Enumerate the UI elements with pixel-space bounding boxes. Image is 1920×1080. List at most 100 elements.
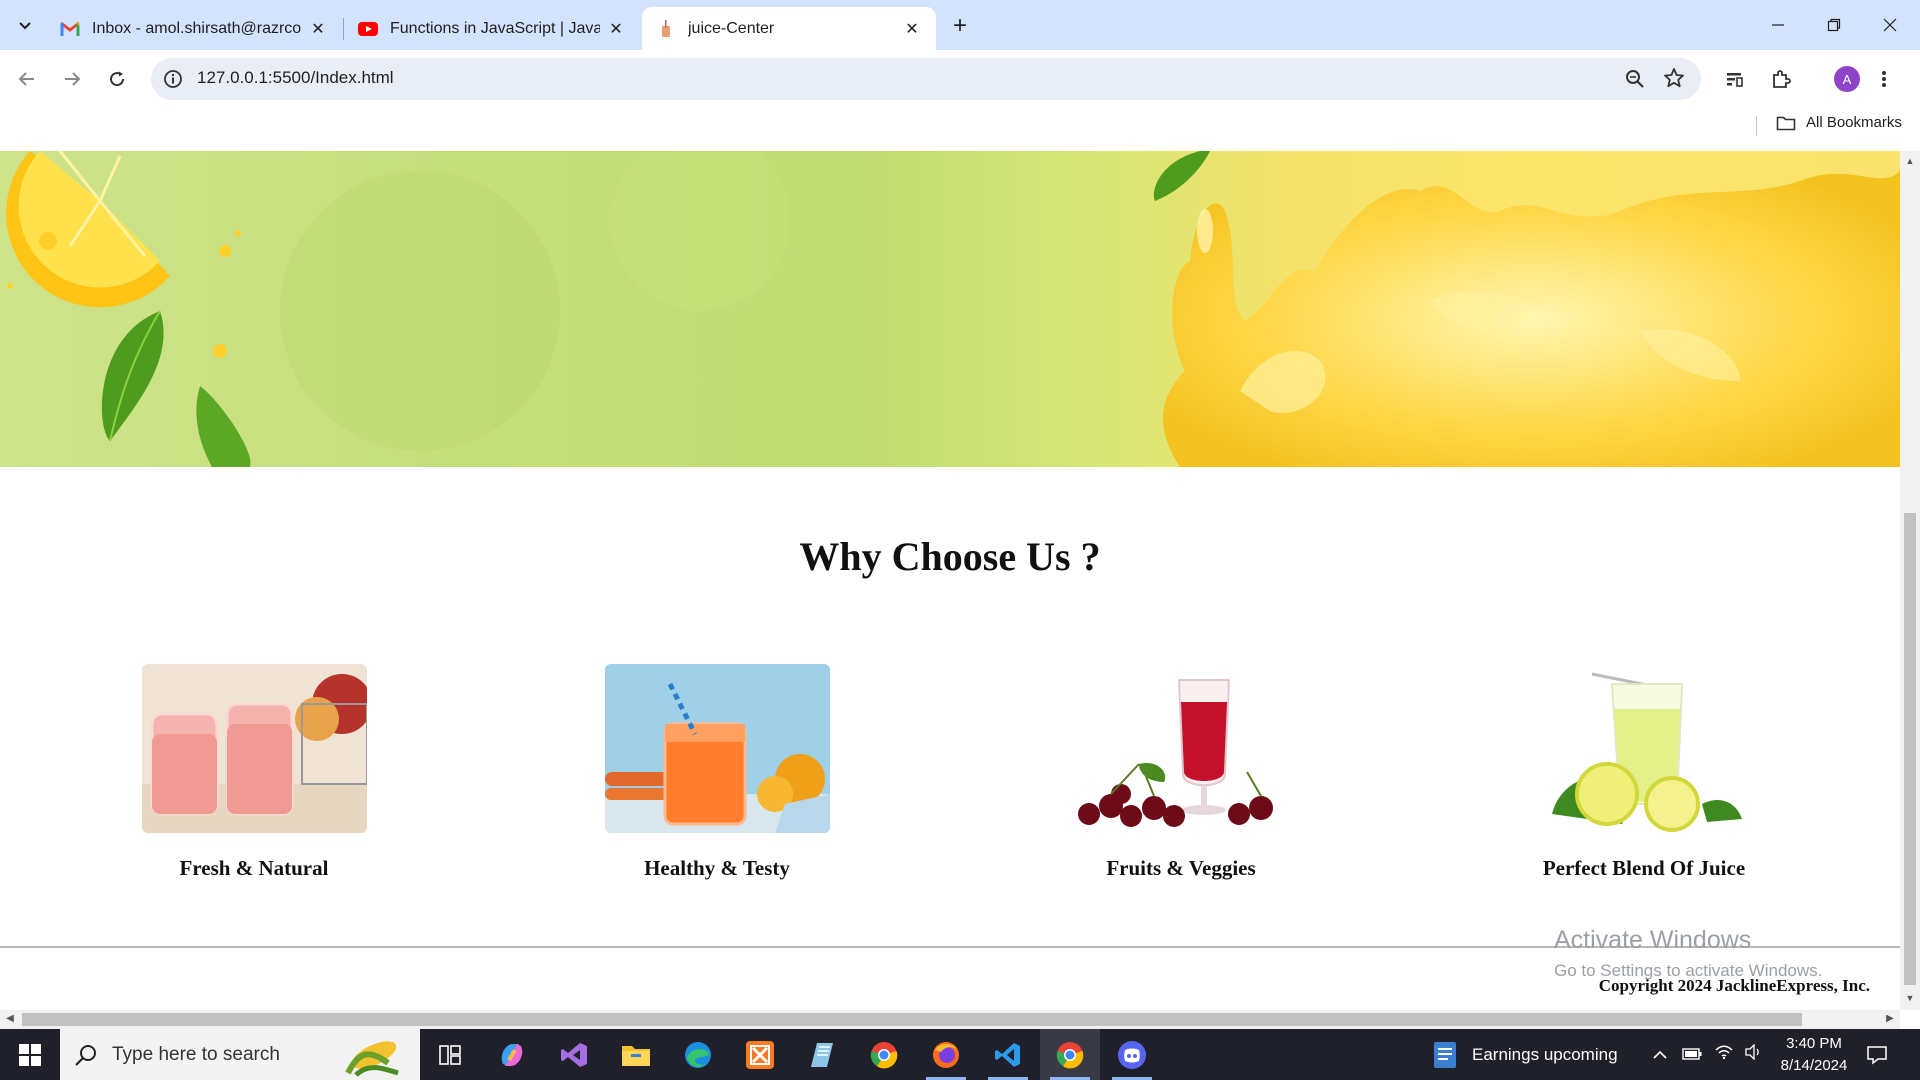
- chevron-up-icon[interactable]: [1652, 1045, 1668, 1065]
- tab-youtube[interactable]: Functions in JavaScript | JavaScr ✕: [344, 7, 640, 50]
- scroll-up-arrow[interactable]: ▲: [1904, 156, 1916, 168]
- tab-title: Functions in JavaScript | JavaScr: [390, 19, 600, 37]
- feature-caption: Perfect Blend Of Juice: [1542, 856, 1746, 880]
- windows-logo-icon: [19, 1043, 41, 1066]
- reload-icon: [110, 71, 125, 87]
- browser-toolbar: 127.0.0.1:5500/Index.html: [0, 50, 1920, 108]
- volume-icon[interactable]: [1744, 1043, 1762, 1065]
- discord-app[interactable]: [1102, 1029, 1162, 1080]
- scroll-right-arrow[interactable]: ▶: [1884, 1013, 1896, 1025]
- news-widget[interactable]: Earnings upcoming: [1432, 1029, 1618, 1080]
- scroll-left-arrow[interactable]: ◀: [4, 1013, 16, 1025]
- close-icon[interactable]: ✕: [308, 19, 328, 39]
- minimize-button[interactable]: [1750, 0, 1806, 50]
- system-tray: [1652, 1029, 1762, 1080]
- chevron-down-icon: [19, 22, 31, 30]
- discord-icon: [1118, 1040, 1146, 1069]
- task-view-icon: [439, 1044, 461, 1065]
- new-tab-button[interactable]: +: [946, 12, 974, 40]
- close-icon[interactable]: ✕: [606, 19, 626, 39]
- address-bar[interactable]: 127.0.0.1:5500/Index.html: [151, 58, 1701, 100]
- browser-window: Inbox - amol.shirsath@razrcorp ✕ Functio…: [0, 0, 1920, 1029]
- zoom-icon[interactable]: [1625, 69, 1645, 89]
- file-explorer-app[interactable]: [606, 1029, 666, 1080]
- features-row: Fresh & Natural Healthy & Testy Fruits &…: [0, 664, 1900, 880]
- reading-mode-button[interactable]: [1720, 64, 1750, 94]
- back-button[interactable]: [12, 64, 42, 94]
- restore-button[interactable]: [1806, 0, 1862, 50]
- url-text: 127.0.0.1:5500/Index.html: [197, 68, 394, 87]
- system-clock[interactable]: 3:40 PM 8/14/2024: [1768, 1033, 1860, 1077]
- copilot-app[interactable]: [482, 1029, 542, 1080]
- feature-image-healthy: [605, 664, 830, 833]
- chrome-app[interactable]: [854, 1029, 914, 1080]
- vscode-icon: [995, 1042, 1020, 1067]
- arrow-right-icon: [65, 72, 81, 86]
- reload-button[interactable]: [102, 64, 132, 94]
- chrome-active-app[interactable]: [1040, 1029, 1100, 1080]
- edge-app[interactable]: [668, 1029, 728, 1080]
- horizontal-scrollbar[interactable]: ◀ ▶: [0, 1010, 1900, 1029]
- tab-gmail[interactable]: Inbox - amol.shirsath@razrcorp ✕: [46, 7, 342, 50]
- wifi-icon[interactable]: [1714, 1044, 1734, 1065]
- hero-juice-illustration: [6, 151, 1900, 467]
- notepad-icon: [811, 1042, 833, 1067]
- battery-icon[interactable]: [1682, 1045, 1702, 1065]
- search-icon: [75, 1044, 96, 1066]
- more-vertical-icon: [1882, 71, 1886, 87]
- notification-icon: [1867, 1045, 1887, 1065]
- profile-avatar[interactable]: A: [1834, 66, 1860, 92]
- feature-image-fresh: [142, 664, 367, 833]
- visual-studio-icon: [561, 1042, 587, 1067]
- info-icon[interactable]: [163, 69, 183, 89]
- notification-center-button[interactable]: [1866, 1029, 1888, 1080]
- task-view-button[interactable]: [420, 1029, 480, 1080]
- xampp-app[interactable]: [730, 1029, 790, 1080]
- close-window-button[interactable]: [1862, 0, 1918, 50]
- feature-caption: Healthy & Testy: [644, 856, 790, 880]
- bookmark-star-icon[interactable]: [1663, 67, 1685, 89]
- feature-image-blend: [1532, 664, 1757, 833]
- copilot-icon: [501, 1043, 523, 1066]
- all-bookmarks-button[interactable]: All Bookmarks: [1776, 114, 1902, 131]
- xampp-icon: [746, 1040, 774, 1069]
- scrollbar-thumb[interactable]: [1904, 513, 1916, 985]
- extensions-button[interactable]: [1766, 64, 1796, 94]
- search-placeholder: Type here to search: [112, 1043, 280, 1065]
- arrow-left-icon: [18, 72, 34, 86]
- tab-search-button[interactable]: [11, 11, 39, 39]
- clock-date: 8/14/2024: [1780, 1057, 1848, 1074]
- notepad-app[interactable]: [792, 1029, 852, 1080]
- chrome-icon: [1056, 1041, 1084, 1068]
- feature-caption: Fresh & Natural: [179, 856, 329, 880]
- tab-title: Inbox - amol.shirsath@razrcorp: [92, 19, 302, 37]
- edge-icon: [685, 1041, 711, 1068]
- firefox-app[interactable]: [916, 1029, 976, 1080]
- forward-button[interactable]: [57, 64, 87, 94]
- watermark-title: Activate Windows: [1554, 926, 1752, 954]
- vertical-scrollbar[interactable]: ▲ ▼: [1900, 151, 1920, 1010]
- menu-button[interactable]: [1869, 64, 1899, 94]
- puzzle-icon: [1773, 70, 1791, 88]
- vscode-app[interactable]: [978, 1029, 1038, 1080]
- section-title: Why Choose Us ?: [799, 534, 1101, 579]
- corn-icon: [345, 1041, 399, 1077]
- taskbar-search[interactable]: Type here to search: [60, 1029, 420, 1080]
- stocks-icon: [1434, 1041, 1456, 1068]
- scroll-down-arrow[interactable]: ▼: [1904, 993, 1916, 1005]
- scrollbar-thumb[interactable]: [22, 1013, 1802, 1026]
- divider: [1756, 116, 1757, 136]
- tab-juice-center[interactable]: juice-Center ✕: [642, 7, 936, 50]
- close-icon[interactable]: ✕: [902, 19, 922, 39]
- reading-list-icon: [1727, 73, 1743, 87]
- visual-studio-app[interactable]: [544, 1029, 604, 1080]
- tab-title: juice-Center: [688, 19, 775, 37]
- tab-strip: Inbox - amol.shirsath@razrcorp ✕ Functio…: [0, 0, 1920, 50]
- start-button[interactable]: [0, 1029, 60, 1080]
- folder-icon: [622, 1045, 650, 1066]
- all-bookmarks-label: All Bookmarks: [1806, 114, 1902, 131]
- close-icon: [1883, 18, 1897, 32]
- folder-icon: [1776, 116, 1796, 130]
- minimize-icon: [1772, 24, 1784, 26]
- activate-windows-watermark: Activate Windows Go to Settings to activ…: [1554, 926, 1822, 981]
